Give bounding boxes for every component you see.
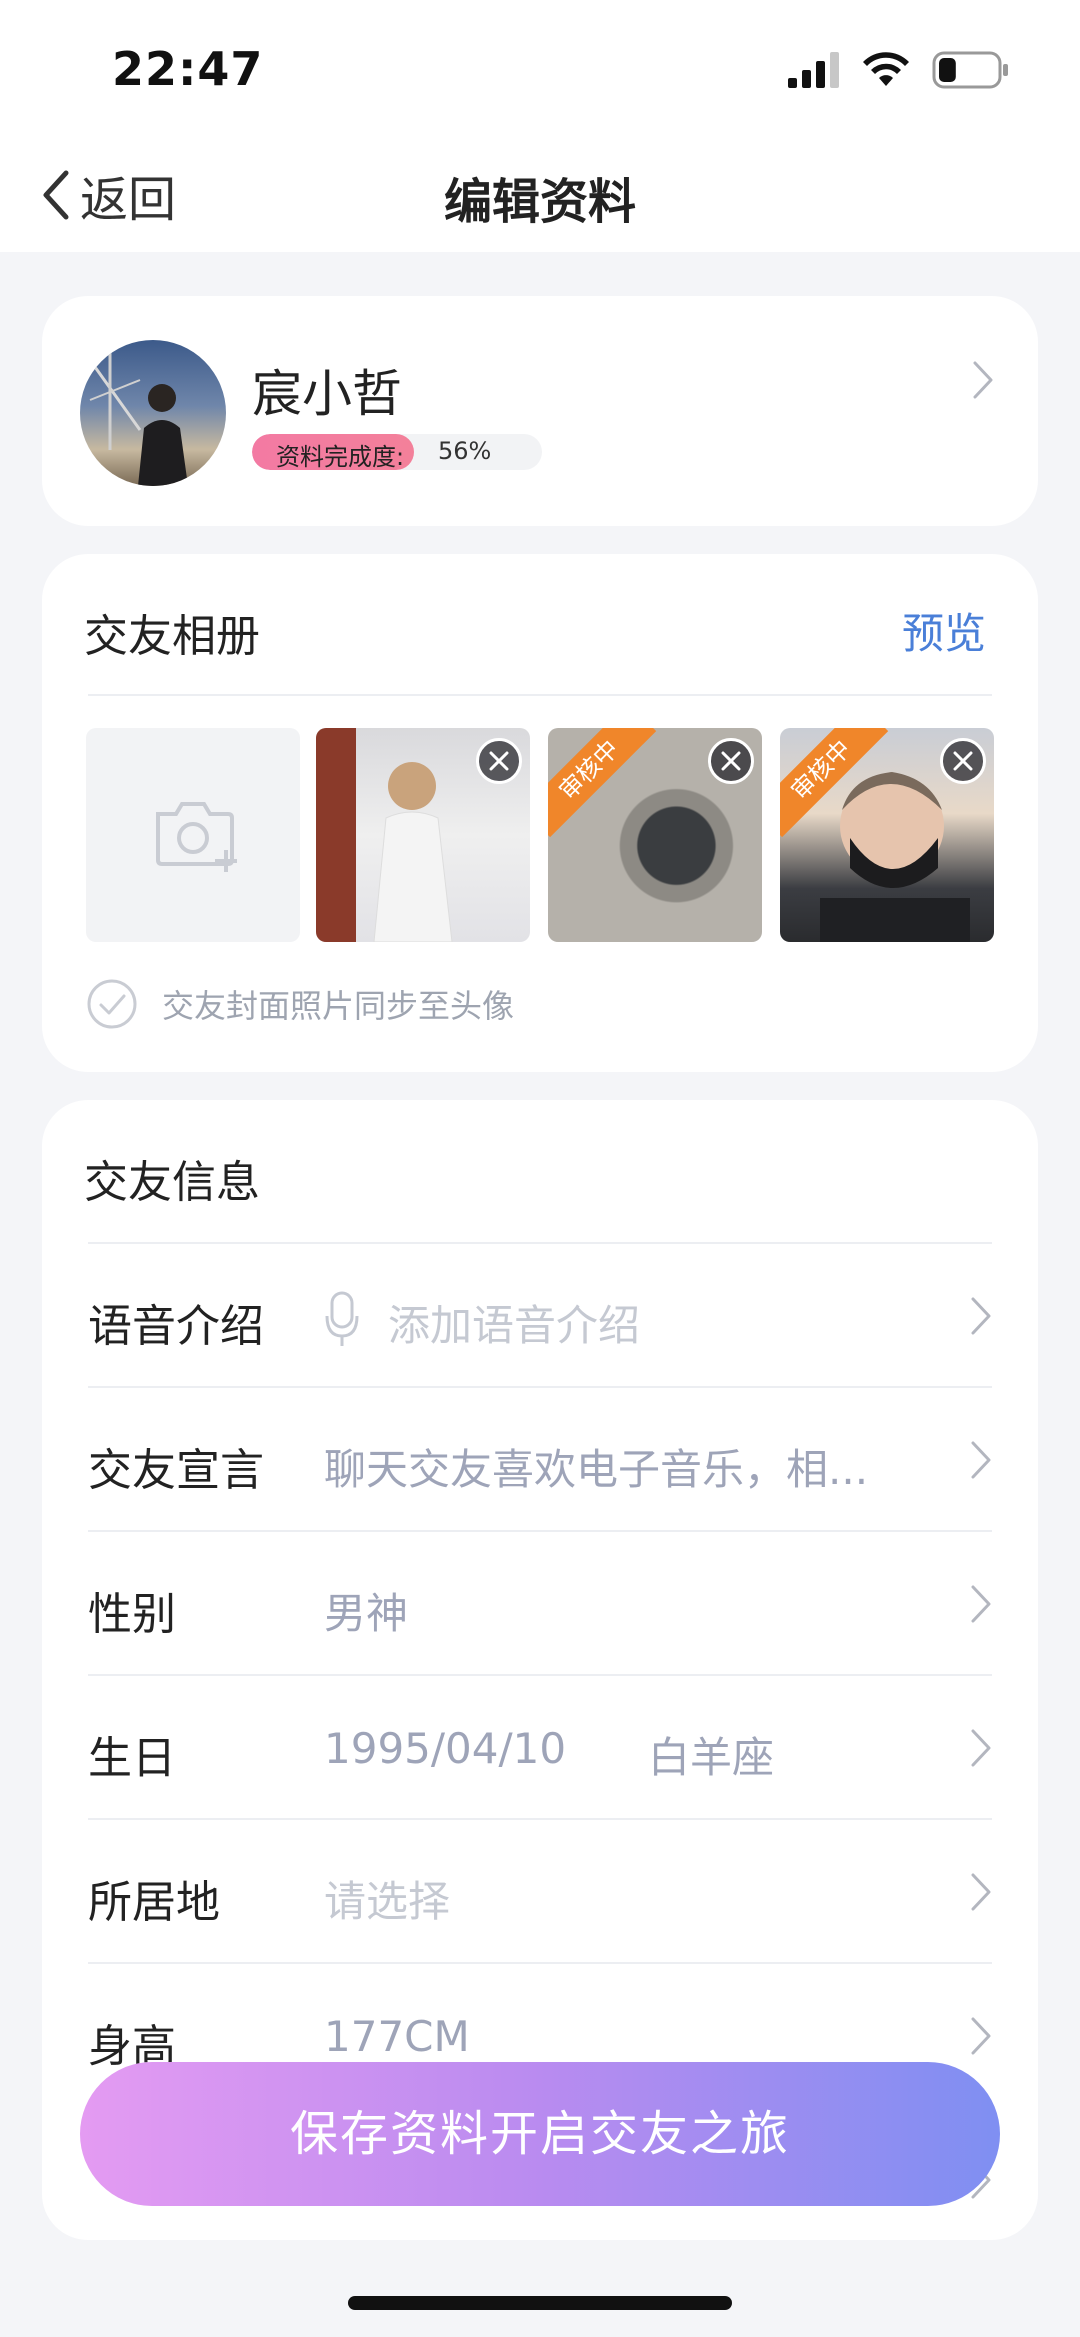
- home-indicator: [348, 2296, 732, 2310]
- preview-button[interactable]: 预览: [902, 600, 986, 661]
- row-gender[interactable]: 性别 男神: [88, 1532, 992, 1676]
- status-icons: [786, 48, 1010, 92]
- row-location[interactable]: 所居地 请选择: [88, 1820, 992, 1964]
- chevron-right-icon: [973, 361, 993, 399]
- sync-avatar-option[interactable]: 交友封面照片同步至头像: [86, 978, 514, 1030]
- info-title: 交友信息: [84, 1157, 260, 1208]
- close-icon: [953, 751, 973, 771]
- album-photo[interactable]: [316, 728, 530, 942]
- completion-label: 资料完成度:: [276, 443, 405, 470]
- row-label: 性别: [88, 1589, 176, 1640]
- navigation-bar: 返回 编辑资料: [0, 140, 1080, 252]
- avatar[interactable]: [80, 340, 226, 486]
- row-value: 男神: [324, 1589, 409, 1638]
- sync-avatar-label: 交友封面照片同步至头像: [162, 987, 515, 1025]
- chevron-right-icon: [971, 1585, 991, 1623]
- review-badge: 审核中: [548, 728, 657, 838]
- chevron-right-icon: [971, 1441, 991, 1479]
- row-label: 交友宣言: [88, 1445, 264, 1496]
- divider: [88, 694, 992, 696]
- profile-name: 宸小哲: [252, 365, 402, 423]
- chevron-right-icon: [971, 1873, 991, 1911]
- profile-card[interactable]: 宸小哲 资料完成度: 56%: [42, 296, 1038, 526]
- album-title: 交友相册: [84, 611, 260, 662]
- row-value: 1995/04/10: [324, 1724, 567, 1773]
- remove-photo-button[interactable]: [940, 738, 986, 784]
- album-photo[interactable]: 审核中: [548, 728, 762, 942]
- signal-icon: [788, 52, 839, 88]
- row-voice-intro[interactable]: 语音介绍 添加语音介绍: [88, 1244, 992, 1388]
- album-photo[interactable]: 审核中: [780, 728, 994, 942]
- checkbox-circle-icon[interactable]: [86, 978, 138, 1030]
- add-photo-button[interactable]: [86, 728, 300, 942]
- page-title: 编辑资料: [443, 174, 636, 230]
- wifi-icon: [863, 52, 909, 86]
- completion-progress: 资料完成度: 56%: [252, 434, 542, 470]
- row-value: 请选择: [324, 1877, 451, 1926]
- avatar-photo: [88, 350, 188, 486]
- chevron-right-icon: [971, 1729, 991, 1767]
- close-icon: [721, 751, 741, 771]
- row-value: 177CM: [324, 2012, 470, 2061]
- status-bar: 22:47: [0, 0, 1080, 140]
- row-label: 语音介绍: [88, 1301, 264, 1352]
- remove-photo-button[interactable]: [476, 738, 522, 784]
- save-profile-button[interactable]: 保存资料开启交友之旅: [80, 2062, 1000, 2206]
- microphone-icon: [325, 1291, 359, 1346]
- chevron-right-icon: [971, 1297, 991, 1335]
- camera-add-icon: [156, 802, 237, 872]
- row-label: 生日: [88, 1733, 176, 1784]
- row-dating-manifesto[interactable]: 交友宣言 聊天交友喜欢电子音乐，相...: [88, 1388, 992, 1532]
- close-icon: [489, 751, 509, 771]
- status-time: 22:47: [112, 42, 264, 96]
- row-value: 添加语音介绍: [388, 1301, 641, 1350]
- zodiac-value: 白羊座: [648, 1733, 775, 1782]
- remove-photo-button[interactable]: [708, 738, 754, 784]
- album-card: 交友相册 预览 审核中 审核中 交友封面照片同步至头像: [42, 554, 1038, 1072]
- chevron-right-icon: [971, 2017, 991, 2055]
- row-value: 聊天交友喜欢电子音乐，相...: [324, 1445, 869, 1494]
- row-label: 所居地: [88, 1877, 220, 1928]
- completion-value: 56%: [438, 437, 492, 465]
- battery-icon: [932, 51, 1008, 89]
- row-birthday[interactable]: 生日 1995/04/10 白羊座: [88, 1676, 992, 1820]
